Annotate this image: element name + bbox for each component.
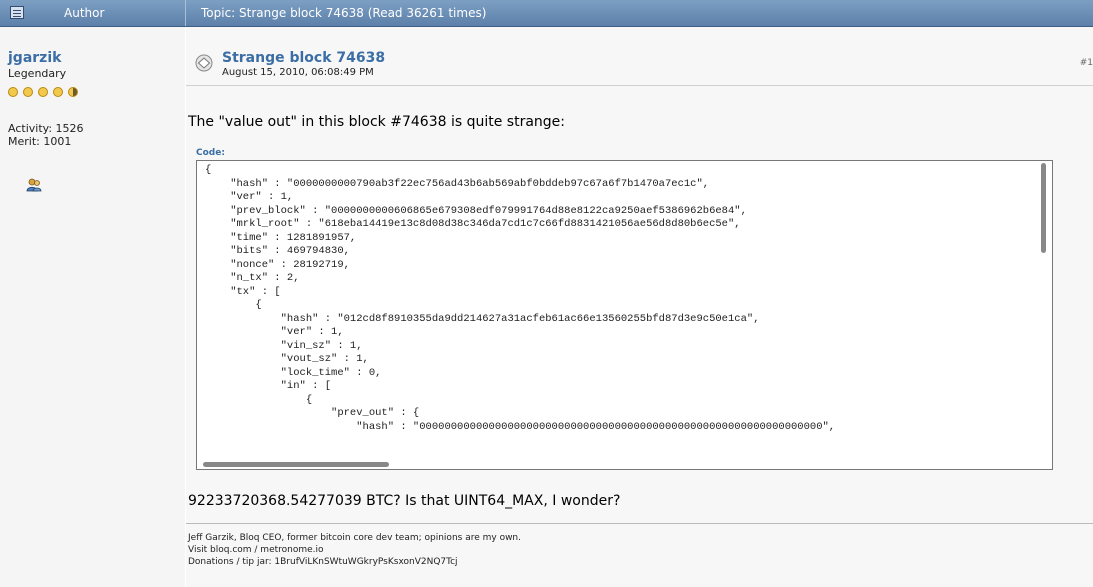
post-number-link[interactable]: #1 (1080, 58, 1093, 68)
code-block[interactable]: { "hash" : "0000000000790ab3f22ec756ad43… (196, 160, 1053, 470)
code-text: { "hash" : "0000000000790ab3f22ec756ad43… (205, 164, 836, 433)
poster-merit: Merit: 1001 (8, 135, 72, 148)
coin-icon (53, 87, 64, 97)
signature-divider (186, 523, 1093, 524)
poster-info-panel: jgarzik Legendary Activity: 1526 Merit: … (0, 27, 185, 587)
topic-title: Topic: Strange block 74638 (Read 36261 t… (201, 6, 487, 20)
topic-icon (10, 6, 24, 19)
post-content: Strange block 74638 August 15, 2010, 06:… (186, 27, 1093, 587)
vertical-scrollbar[interactable] (1041, 163, 1046, 253)
post-title-link[interactable]: Strange block 74638 (222, 50, 385, 66)
coin-icon (8, 87, 18, 97)
author-column-label: Author (64, 6, 105, 20)
signature-line: Visit bloq.com / metronome.io (188, 545, 324, 555)
coin-icon (68, 87, 79, 97)
user-icon[interactable] (26, 177, 42, 193)
coin-icon (38, 87, 49, 97)
coin-icon (23, 87, 34, 97)
topic-header-bar: Author Topic: Strange block 74638 (Read … (0, 0, 1093, 27)
header-divider (185, 0, 186, 26)
poster-name-link[interactable]: jgarzik (8, 50, 61, 66)
code-label: Code: (196, 148, 225, 158)
post-date: August 15, 2010, 06:08:49 PM (222, 67, 374, 78)
horizontal-scrollbar[interactable] (203, 462, 389, 467)
signature: Jeff Garzik, Bloq CEO, former bitcoin co… (188, 532, 521, 568)
post-divider (186, 85, 1093, 86)
post-text-intro: The "value out" in this block #74638 is … (188, 114, 566, 130)
post-icon (195, 54, 213, 72)
poster-rank: Legendary (8, 67, 67, 80)
poster-activity: Activity: 1526 (8, 122, 84, 135)
signature-line: Jeff Garzik, Bloq CEO, former bitcoin co… (188, 533, 521, 543)
post-text-question: 92233720368.54277039 BTC? Is that UINT64… (188, 493, 621, 509)
signature-line: Donations / tip jar: 1BrufViLKnSWtuWGkry… (188, 557, 458, 567)
rank-coins (8, 82, 79, 97)
